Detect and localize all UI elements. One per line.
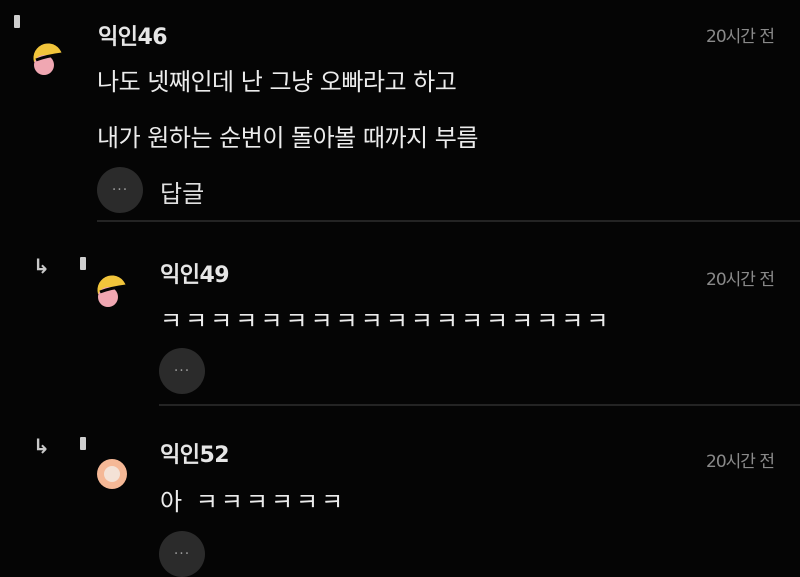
more-options-button[interactable]: ··· <box>159 531 205 577</box>
comment-text-line: 내가 원하는 순번이 돌아볼 때까지 부름 <box>97 124 478 152</box>
comment-timestamp: 20시간 전 <box>706 27 775 47</box>
comment-author[interactable]: 익인49 <box>160 257 230 289</box>
comment-marker-icon <box>80 257 86 270</box>
comment-author[interactable]: 익인52 <box>160 437 230 469</box>
user-avatar-icon <box>33 43 63 75</box>
reply-button[interactable]: 답글 <box>160 174 204 209</box>
comment-timestamp: 20시간 전 <box>706 452 775 472</box>
user-avatar-icon <box>97 275 127 307</box>
reply-arrow-icon: ↳ <box>33 434 50 458</box>
comment-marker-icon <box>14 15 20 28</box>
user-avatar-icon <box>97 459 127 489</box>
comment-text: ㅋㅋㅋㅋㅋㅋㅋㅋㅋㅋㅋㅋㅋㅋㅋㅋㅋㅋ <box>160 307 612 335</box>
comment-divider <box>159 404 800 406</box>
reply-arrow-icon: ↳ <box>33 254 50 278</box>
comment-divider <box>97 220 800 222</box>
more-options-button[interactable]: ··· <box>159 348 205 394</box>
comment-author[interactable]: 익인46 <box>98 19 168 51</box>
more-options-button[interactable]: ··· <box>97 167 143 213</box>
comment-text-line: 나도 넷째인데 난 그냥 오빠라고 하고 <box>97 68 457 96</box>
comment-text: 아 ㅋㅋㅋㅋㅋㅋ <box>160 488 347 516</box>
comment-timestamp: 20시간 전 <box>706 270 775 290</box>
comment-marker-icon <box>80 437 86 450</box>
